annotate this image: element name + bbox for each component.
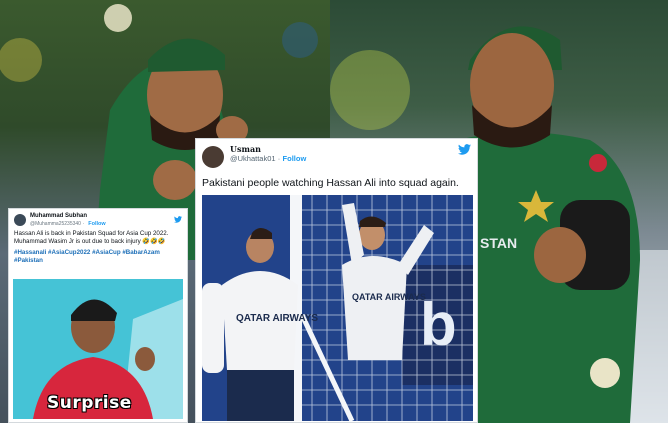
- tweet-author-name[interactable]: Muhammad Subhan: [30, 213, 106, 220]
- svg-text:STAN: STAN: [480, 235, 517, 251]
- follow-button[interactable]: Follow: [88, 221, 105, 227]
- tweet-author-handle[interactable]: @Muhamma25235340: [30, 221, 81, 227]
- tweet-text: Hassan Ali is back in Pakistan Squad for…: [14, 230, 169, 246]
- twitter-bird-icon[interactable]: [174, 215, 182, 225]
- separator: ·: [82, 220, 85, 227]
- avatar[interactable]: [202, 146, 224, 168]
- tweet-header: Muhammad Subhan @Muhamma25235340 · Follo…: [14, 213, 182, 227]
- tweet-card-main[interactable]: Usman @Ukhattak01 · Follow Pakistani peo…: [195, 138, 478, 423]
- tweet-text: Pakistani people watching Hassan Ali int…: [202, 177, 459, 189]
- separator: ·: [277, 154, 281, 163]
- follow-button[interactable]: Follow: [283, 154, 307, 163]
- avatar[interactable]: [14, 214, 26, 226]
- tweet-author-handle[interactable]: @Ukhattak01: [230, 154, 276, 163]
- tweet-card-small[interactable]: Muhammad Subhan @Muhamma25235340 · Follo…: [8, 208, 188, 423]
- twitter-bird-icon[interactable]: [458, 144, 471, 158]
- tweet-header: Usman @Ukhattak01 · Follow: [196, 139, 477, 171]
- psg-goal-net-scene: b QATAR AIRWAYS QATAR AIRWAYS: [202, 195, 473, 421]
- svg-text:QATAR AIRWAYS: QATAR AIRWAYS: [352, 292, 426, 302]
- tweet-media-video[interactable]: Surprise: [13, 279, 183, 419]
- media-caption: Surprise: [47, 393, 132, 413]
- tweet-hashtags[interactable]: #Hassanali #AsiaCup2022 #AsiaCup #BabarA…: [14, 249, 182, 266]
- tweet-author-name[interactable]: Usman: [230, 144, 306, 154]
- tweet-media-image[interactable]: b QATAR AIRWAYS QATAR AIRWAYS: [202, 195, 473, 421]
- svg-text:QATAR AIRWAYS: QATAR AIRWAYS: [236, 313, 318, 324]
